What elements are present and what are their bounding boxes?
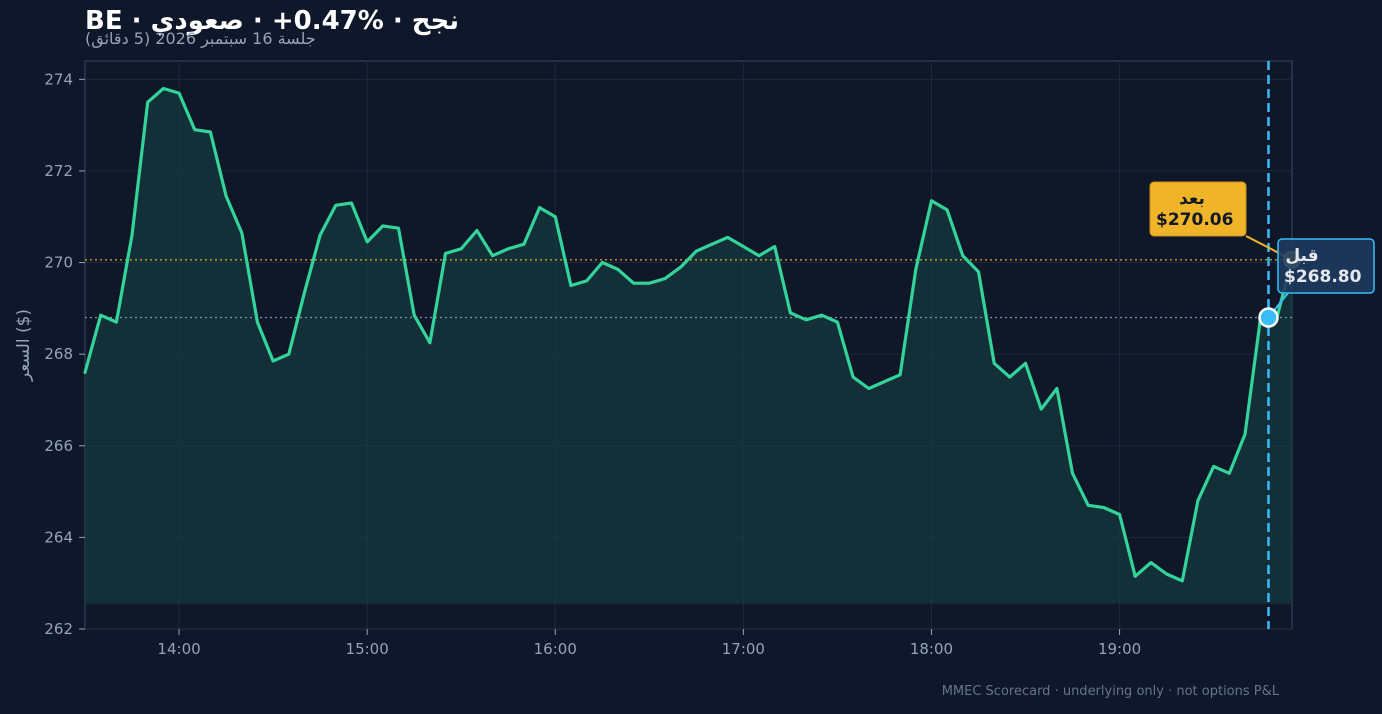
- x-tick-label: 18:00: [910, 640, 953, 658]
- x-axis-ticks: 14:00 15:00 16:00 17:00 18:00 19:00: [157, 629, 1141, 658]
- x-tick-label: 19:00: [1098, 640, 1141, 658]
- price-chart: 14:00 15:00 16:00 17:00 18:00 19:00 262 264 266…: [14, 60, 1375, 658]
- y-tick-label: 270: [44, 254, 73, 272]
- after-callout-value: $270.06: [1156, 210, 1233, 230]
- x-tick-label: 15:00: [346, 640, 389, 658]
- after-callout-label: بعد: [1179, 189, 1205, 209]
- before-callout-value: $268.80: [1284, 267, 1362, 287]
- x-tick-label: 16:00: [534, 640, 577, 658]
- y-axis-label: السعر ($): [14, 309, 34, 382]
- y-tick-label: 262: [44, 620, 73, 638]
- y-axis-ticks: 262 264 266 268 270 272 274: [44, 70, 85, 638]
- y-tick-label: 264: [44, 528, 73, 546]
- x-tick-label: 17:00: [722, 640, 765, 658]
- before-marker: [1258, 307, 1279, 328]
- y-tick-label: 266: [44, 437, 73, 455]
- x-tick-label: 14:00: [157, 640, 200, 658]
- before-callout-label: قبل: [1285, 246, 1318, 266]
- chart-subtitle: جلسة 16 سبتمبر 2026 (5 دقائق): [85, 29, 316, 48]
- y-tick-label: 272: [44, 162, 73, 180]
- footer-note: MMEC Scorecard · underlying only · not o…: [941, 684, 1279, 699]
- y-tick-label: 274: [44, 70, 73, 88]
- y-tick-label: 268: [44, 345, 73, 363]
